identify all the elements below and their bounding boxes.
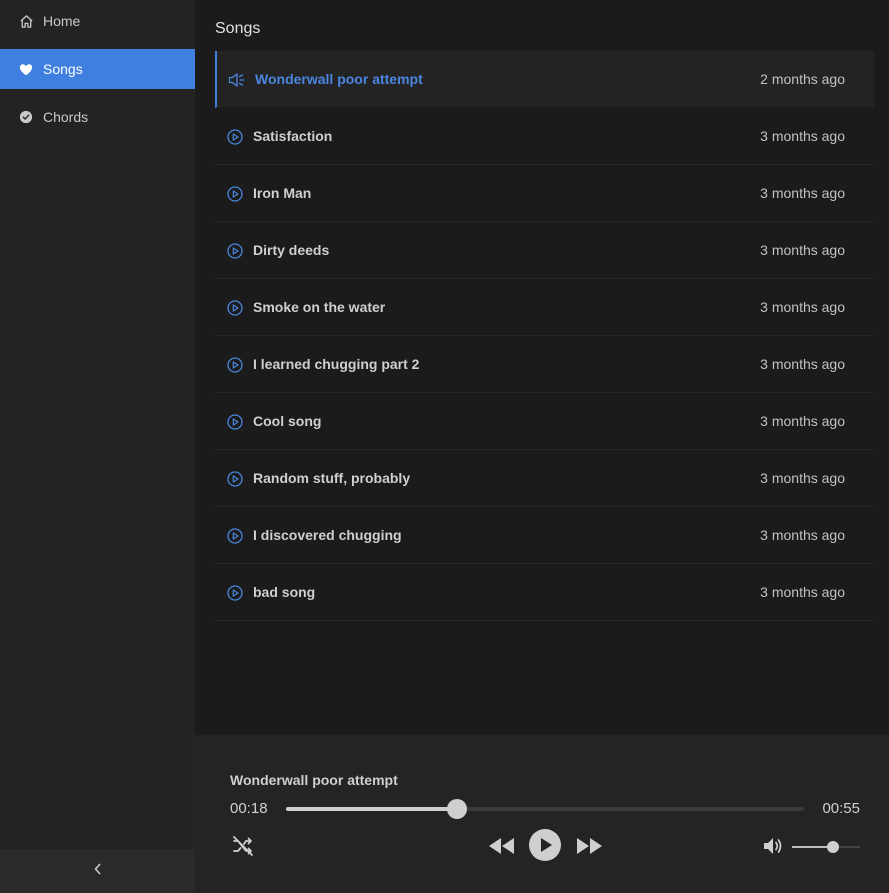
song-title: I learned chugging part 2 [253,356,420,372]
song-row[interactable]: I learned chugging part 2 3 months ago [215,336,874,393]
song-row[interactable]: Wonderwall poor attempt 2 months ago [215,51,874,108]
play-circle-icon [226,584,244,602]
rewind-button[interactable] [486,836,516,860]
song-date: 2 months ago [760,71,845,87]
shuffle-off-button[interactable] [231,834,255,863]
player-bar: Wonderwall poor attempt 00:18 00:55 [195,735,889,893]
play-circle-icon [226,470,244,488]
song-date: 3 months ago [760,584,845,600]
main-content: Songs Wonderwall poor attempt 2 months ag… [195,0,889,735]
total-time: 00:55 [822,800,860,817]
sidebar: Home Songs Chords [0,0,195,893]
play-circle-icon [226,527,244,545]
progress-thumb[interactable] [446,799,467,819]
check-circle-icon [18,109,34,125]
song-date: 3 months ago [760,527,845,543]
sidebar-item-home[interactable]: Home [0,1,195,41]
progress-fill [286,807,457,811]
play-icon [528,828,562,867]
shuffle-disabled-icon [231,834,255,863]
song-row[interactable]: Satisfaction 3 months ago [215,108,874,165]
rewind-icon [487,836,515,861]
song-row[interactable]: Random stuff, probably 3 months ago [215,450,874,507]
volume-thumb[interactable] [826,841,839,853]
song-title: Iron Man [253,185,312,201]
volume-slider[interactable] [792,841,860,853]
play-circle-icon [226,413,244,431]
sidebar-item-label: Songs [43,61,83,77]
song-date: 3 months ago [760,356,845,372]
sidebar-item-label: Chords [43,109,89,125]
fast-forward-button[interactable] [575,836,605,860]
song-title: Random stuff, probably [253,470,411,486]
song-date: 3 months ago [760,413,845,429]
volume-button[interactable] [761,836,785,860]
song-title: Wonderwall poor attempt [255,71,423,87]
song-row[interactable]: Dirty deeds 3 months ago [215,222,874,279]
collapse-sidebar-button[interactable] [0,849,195,893]
song-title: Smoke on the water [253,299,386,315]
song-date: 3 months ago [760,470,845,486]
play-circle-icon [226,128,244,146]
page-title: Songs [215,20,261,37]
chevron-left-icon [93,862,103,880]
volume-icon [762,835,784,862]
song-row[interactable]: Smoke on the water 3 months ago [215,279,874,336]
song-title: Dirty deeds [253,242,330,258]
current-time: 00:18 [230,800,268,817]
song-date: 3 months ago [760,299,845,315]
play-circle-icon [226,299,244,317]
song-title: Cool song [253,413,322,429]
fast-forward-icon [576,836,604,861]
sidebar-item-label: Home [43,13,81,29]
song-row[interactable]: bad song 3 months ago [215,564,874,621]
song-date: 3 months ago [760,128,845,144]
song-title: I discovered chugging [253,527,402,543]
home-icon [18,13,34,29]
sidebar-item-songs[interactable]: Songs [0,49,195,89]
play-circle-icon [226,185,244,203]
now-playing-title: Wonderwall poor attempt [230,772,398,788]
speaker-playing-icon [228,71,246,89]
song-row[interactable]: Cool song 3 months ago [215,393,874,450]
heart-icon [18,61,34,77]
song-row[interactable]: Iron Man 3 months ago [215,165,874,222]
song-title: bad song [253,584,316,600]
progress-slider[interactable] [286,799,804,819]
song-date: 3 months ago [760,242,845,258]
play-button[interactable] [528,828,562,867]
song-title: Satisfaction [253,128,333,144]
song-list: Wonderwall poor attempt 2 months ago Satis… [215,51,874,621]
play-circle-icon [226,242,244,260]
sidebar-item-chords[interactable]: Chords [0,97,195,137]
song-row[interactable]: I discovered chugging 3 months ago [215,507,874,564]
play-circle-icon [226,356,244,374]
song-date: 3 months ago [760,185,845,201]
